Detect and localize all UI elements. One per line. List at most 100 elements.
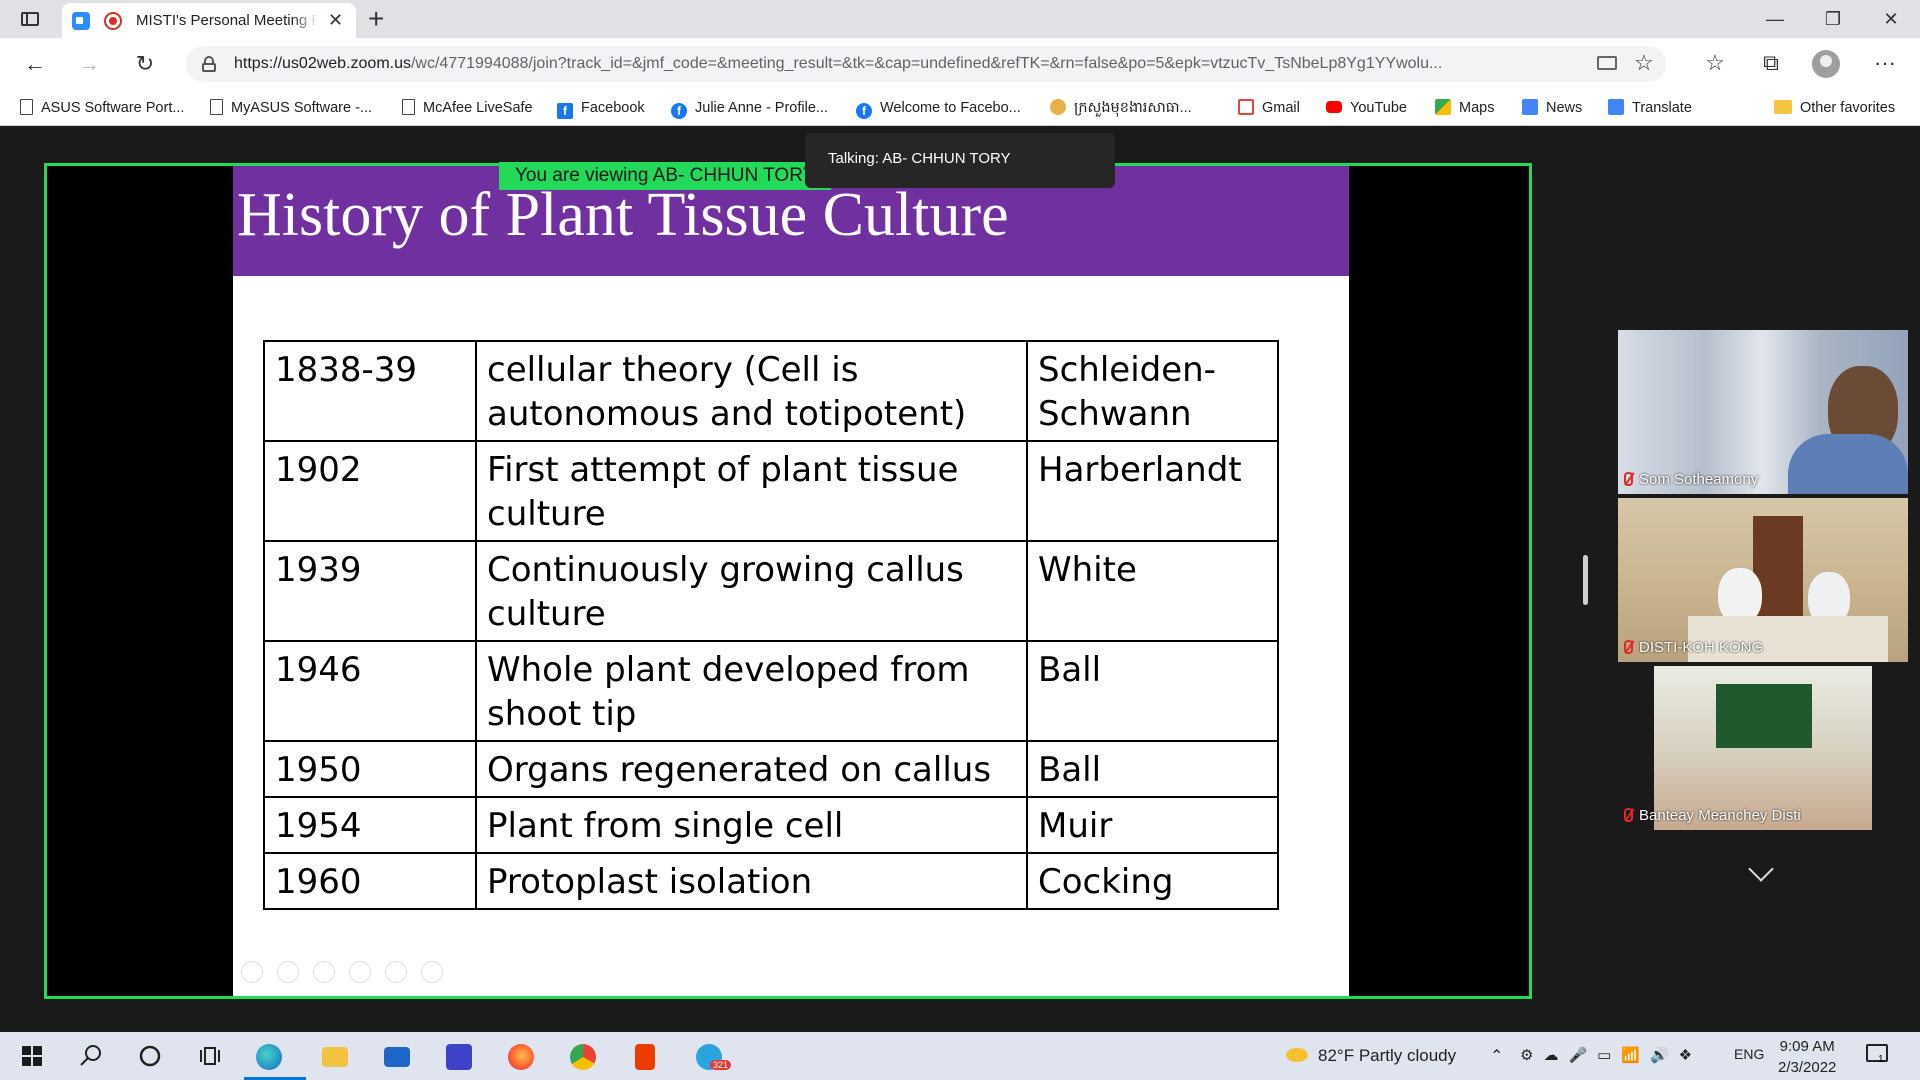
explorer-taskbar-app[interactable] bbox=[310, 1038, 358, 1074]
facebook-icon: f bbox=[856, 103, 872, 119]
year-cell: 1946 bbox=[263, 640, 477, 742]
start-button[interactable] bbox=[8, 1038, 56, 1074]
favorite-item[interactable]: MyASUS Software -... bbox=[210, 98, 372, 118]
more-menu-icon[interactable]: ··· bbox=[1870, 48, 1900, 78]
back-icon[interactable]: ← bbox=[20, 49, 50, 79]
tab-actions-icon[interactable] bbox=[18, 8, 42, 30]
favorite-item[interactable]: f Julie Anne - Profile... bbox=[671, 98, 828, 119]
other-favorites[interactable]: Other favorites bbox=[1774, 98, 1895, 118]
event-cell: Continuously growing callus culture bbox=[475, 540, 1028, 642]
table-row: 1939 Continuously growing callus culture… bbox=[263, 540, 1279, 642]
year-cell: 1950 bbox=[263, 740, 477, 798]
favorite-item[interactable]: McAfee LiveSafe bbox=[402, 98, 533, 118]
zoom-meeting-area: History of Plant Tissue Culture 1838-39 … bbox=[0, 127, 1920, 1032]
room-door bbox=[1753, 516, 1803, 626]
address-bar[interactable]: https://us02web.zoom.us/wc/4771994088/jo… bbox=[186, 46, 1666, 82]
search-button[interactable] bbox=[66, 1038, 114, 1074]
edge-taskbar-app[interactable] bbox=[244, 1038, 306, 1080]
restore-button[interactable]: ❐ bbox=[1810, 4, 1856, 34]
year-cell: 1960 bbox=[263, 852, 477, 910]
favorite-item[interactable]: f Welcome to Facebo... bbox=[856, 98, 1021, 119]
year-cell: 1939 bbox=[263, 540, 477, 642]
event-cell: First attempt of plant tissue culture bbox=[475, 440, 1028, 542]
panel-resize-handle[interactable] bbox=[1583, 555, 1588, 605]
chrome-taskbar-app[interactable] bbox=[558, 1038, 606, 1074]
add-favorite-icon[interactable]: ☆ bbox=[1634, 50, 1654, 76]
participant-name: Banteay Meanchey Disti bbox=[1624, 807, 1801, 824]
slides-grid-icon[interactable] bbox=[349, 961, 371, 983]
firefox-icon bbox=[508, 1044, 534, 1070]
favorite-item[interactable]: Translate bbox=[1608, 98, 1692, 118]
translate-icon bbox=[1608, 99, 1624, 115]
favorite-item[interactable]: ASUS Software Port... bbox=[20, 98, 184, 118]
page-icon bbox=[210, 99, 223, 115]
cortana-button[interactable] bbox=[126, 1038, 174, 1074]
minimize-button[interactable]: — bbox=[1752, 4, 1798, 34]
favorite-item[interactable]: f Facebook bbox=[557, 98, 645, 119]
screen-share-view[interactable]: History of Plant Tissue Culture 1838-39 … bbox=[44, 163, 1532, 999]
history-table: 1838-39 cellular theory (Cell is autonom… bbox=[263, 340, 1279, 910]
scientist-cell: Ball bbox=[1026, 640, 1279, 742]
collections-icon[interactable]: ⧉ bbox=[1756, 48, 1786, 78]
clock-date: 2/3/2022 bbox=[1778, 1059, 1837, 1076]
year-cell: 1838-39 bbox=[263, 340, 477, 442]
facebook-icon: f bbox=[671, 103, 687, 119]
participant-tile[interactable]: DISTI-KOH KONG bbox=[1618, 498, 1908, 662]
camera-permission-icon[interactable] bbox=[1597, 56, 1617, 70]
mail-icon bbox=[384, 1047, 410, 1067]
app-taskbar-app[interactable] bbox=[434, 1038, 482, 1074]
close-tab-icon[interactable]: ✕ bbox=[328, 10, 343, 30]
slide-controls[interactable] bbox=[241, 961, 457, 987]
table-row: 1960 Protoplast isolation Cocking bbox=[263, 852, 1279, 910]
mic-muted-icon bbox=[1624, 640, 1633, 654]
facebook-icon: f bbox=[557, 103, 573, 119]
more-options-icon[interactable] bbox=[421, 961, 443, 983]
scientist-cell: Cocking bbox=[1026, 852, 1279, 910]
reload-icon[interactable]: ↻ bbox=[130, 49, 160, 79]
telegram-unread-badge: 321 bbox=[710, 1060, 732, 1070]
firefox-taskbar-app[interactable] bbox=[496, 1038, 544, 1074]
forward-icon[interactable]: → bbox=[74, 49, 104, 79]
profile-avatar[interactable] bbox=[1812, 50, 1840, 78]
pen-icon[interactable] bbox=[313, 961, 335, 983]
participant-tile[interactable]: Banteay Meanchey Disti bbox=[1618, 666, 1908, 830]
event-cell: Plant from single cell bbox=[475, 796, 1028, 854]
previous-slide-icon[interactable] bbox=[241, 961, 263, 983]
page-icon bbox=[20, 99, 33, 115]
favorite-item[interactable]: Maps bbox=[1435, 98, 1494, 118]
favorite-item[interactable]: ក្រសួងមុខងារសាធា... bbox=[1050, 98, 1192, 118]
app-icon bbox=[446, 1044, 472, 1070]
system-clock[interactable]: 9:09 AM 2/3/2022 bbox=[1778, 1036, 1836, 1078]
url-text[interactable]: https://us02web.zoom.us/wc/4771994088/jo… bbox=[234, 55, 1594, 73]
mail-taskbar-app[interactable] bbox=[372, 1038, 420, 1074]
lock-icon[interactable] bbox=[202, 56, 216, 72]
year-cell: 1902 bbox=[263, 440, 477, 542]
event-cell: cellular theory (Cell is autonomous and … bbox=[475, 340, 1028, 442]
close-window-button[interactable]: ✕ bbox=[1868, 4, 1914, 34]
next-slide-icon[interactable] bbox=[277, 961, 299, 983]
favorite-item[interactable]: News bbox=[1522, 98, 1582, 118]
favorite-item[interactable]: Gmail bbox=[1238, 98, 1300, 118]
table-row: 1946 Whole plant developed from shoot ti… bbox=[263, 640, 1279, 742]
tab-zoom-meeting[interactable]: MISTI's Personal Meeting Ro ✕ bbox=[62, 3, 356, 38]
office-taskbar-app[interactable] bbox=[620, 1038, 668, 1074]
weather-widget[interactable]: 82°F Partly cloudy bbox=[1286, 1046, 1456, 1066]
favorites-icon[interactable]: ☆ bbox=[1700, 48, 1730, 78]
task-view-button[interactable] bbox=[186, 1038, 234, 1074]
mic-muted-icon bbox=[1624, 808, 1633, 822]
mic-muted-icon bbox=[1624, 472, 1633, 486]
slide-title: History of Plant Tissue Culture bbox=[237, 181, 1009, 249]
favorite-item[interactable]: YouTube bbox=[1326, 98, 1407, 118]
participant-tile[interactable]: Som Sotheamony bbox=[1618, 330, 1908, 494]
edge-icon bbox=[256, 1044, 282, 1070]
telegram-taskbar-app[interactable]: 321 bbox=[684, 1038, 732, 1074]
chevron-down-icon[interactable] bbox=[1748, 856, 1774, 882]
show-hidden-icons[interactable]: ⌃ bbox=[1490, 1046, 1503, 1066]
viewing-badge: You are viewing AB- CHHUN TORY bbox=[499, 162, 832, 190]
system-tray-icons[interactable]: ⚙☁🎤▭📶🔊❖ bbox=[1520, 1046, 1702, 1064]
zoom-slide-icon[interactable] bbox=[385, 961, 407, 983]
input-language[interactable]: ENG bbox=[1734, 1046, 1764, 1062]
scientist-cell: Harberlandt bbox=[1026, 440, 1279, 542]
notification-center-icon[interactable]: 1 bbox=[1866, 1044, 1888, 1065]
new-tab-button[interactable]: + bbox=[368, 4, 384, 34]
